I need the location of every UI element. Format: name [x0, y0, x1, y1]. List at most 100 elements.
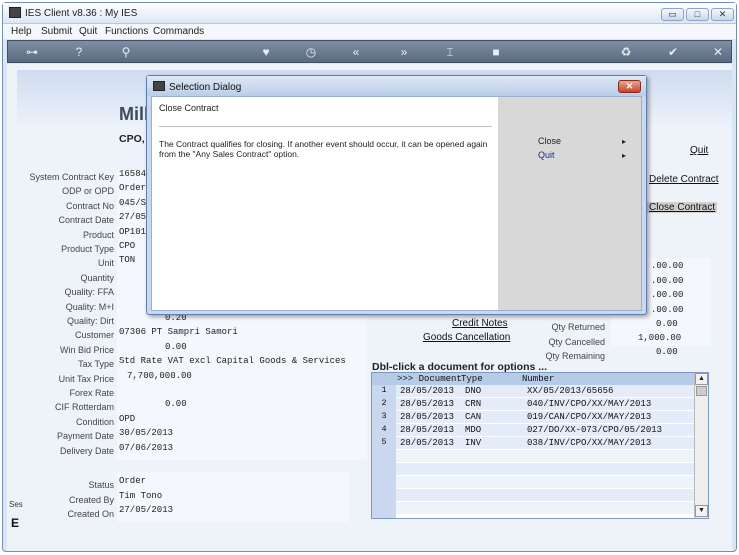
scroll-up-icon[interactable]: ▲ [695, 373, 708, 385]
cell-number: XX/05/2013/65656 [527, 386, 614, 396]
scrollbar[interactable]: ▲ ▼ [694, 373, 708, 518]
cursor-icon[interactable]: ⌶ [440, 44, 460, 60]
field-value[interactable]: 07306 PT Sampri Samori [119, 327, 238, 337]
delete-contract-link[interactable]: Delete Contract [649, 174, 718, 185]
field-label: Payment Date [56, 431, 114, 441]
field-value[interactable]: OPD [119, 414, 135, 424]
dialog-close-button[interactable]: ✕ [618, 80, 641, 93]
footer-field-value[interactable]: 27/05/2013 [119, 505, 173, 515]
cell-type: CAN [465, 412, 482, 422]
minimize-button[interactable]: ▭ [661, 8, 684, 21]
row-gutter [372, 450, 396, 518]
menu-quit[interactable]: Quit [79, 26, 97, 37]
row-number: 1 [372, 385, 396, 398]
dialog-separator [159, 126, 492, 127]
cell-date: 28/05/2013 [400, 386, 455, 396]
dialog-options-panel: Close ▸ Quit ▸ [498, 97, 641, 310]
fast-forward-icon[interactable]: » [394, 44, 414, 60]
qty-returned-label: Qty Returned [551, 322, 605, 332]
footer-field-value[interactable]: Tim Tono [119, 491, 162, 501]
window-title: IES Client v8.36 : My IES [25, 8, 138, 19]
close-window-button[interactable]: ✕ [711, 8, 734, 21]
footer-field-value[interactable]: Order [119, 476, 146, 486]
cell-type: CRN [465, 399, 482, 409]
field-label: Tax Type [78, 359, 114, 369]
footer-field-label: Status [88, 480, 114, 490]
side-text: Ses [9, 500, 23, 509]
field-value[interactable]: CPO [119, 241, 135, 251]
row-number: 4 [372, 424, 396, 437]
dialog-message-panel: Close Contract The Contract qualifies fo… [152, 97, 498, 310]
table-row[interactable]: 28/05/2013 CRN 040/INV/CPO/XX/MAY/2013 [396, 398, 694, 411]
cell-number: 038/INV/CPO/XX/MAY/2013 [527, 438, 652, 448]
field-value[interactable]: 30/05/2013 [119, 428, 173, 438]
qty-value-4: .00.00 [651, 305, 684, 315]
recycle-icon[interactable]: ♻ [616, 44, 636, 60]
table-row[interactable]: 28/05/2013 DNO XX/05/2013/65656 [396, 385, 694, 398]
field-label: Product Type [61, 244, 114, 254]
table-row[interactable]: 28/05/2013 CAN 019/CAN/CPO/XX/MAY/2013 [396, 411, 694, 424]
menu-functions[interactable]: Functions [105, 26, 148, 37]
cell-type: INV [465, 438, 482, 448]
field-label: Unit [97, 258, 114, 268]
cell-number: 040/INV/CPO/XX/MAY/2013 [527, 399, 652, 409]
option-quit[interactable]: Quit [538, 150, 555, 160]
field-label: Product [82, 230, 114, 240]
menu-help[interactable]: Help [11, 26, 32, 37]
cell-number: 019/CAN/CPO/XX/MAY/2013 [527, 412, 652, 422]
quit-link[interactable]: Quit [690, 145, 708, 156]
scroll-down-icon[interactable]: ▼ [695, 505, 708, 517]
field-label: Contract No [65, 201, 114, 211]
title-bar: IES Client v8.36 : My IES ▭ □ ✕ [3, 3, 736, 24]
toolbar: ⊶ ? ⚲ ♥ ◷ « » ⌶ ■ ♻ ✔ ✕ [7, 40, 732, 63]
field-value[interactable]: 7,700,000.00 [127, 371, 192, 381]
field-label: Win Bid Price [59, 345, 114, 355]
field-value[interactable]: 0.00 [165, 342, 187, 352]
qty-cancelled-value: 1,000.00 [638, 333, 682, 343]
clock-icon[interactable]: ◷ [301, 44, 321, 60]
close-contract-link[interactable]: Close Contract [647, 202, 718, 213]
maximize-button[interactable]: □ [686, 8, 709, 21]
row-number: 2 [372, 398, 396, 411]
menu-commands[interactable]: Commands [153, 26, 204, 37]
check-icon[interactable]: ✔ [663, 44, 683, 60]
option-close[interactable]: Close [538, 136, 561, 146]
close-icon[interactable]: ✕ [708, 44, 728, 60]
key-icon[interactable]: ⊶ [22, 44, 42, 60]
help-icon[interactable]: ? [69, 44, 89, 60]
field-label: Delivery Date [59, 446, 114, 456]
selection-dialog: Selection Dialog ✕ Close Contract The Co… [146, 75, 647, 315]
cell-number: 027/DO/XX-073/CPO/05/2013 [527, 425, 663, 435]
field-value[interactable]: TON [119, 255, 135, 265]
col-number: Number [522, 374, 555, 384]
empty-row [396, 476, 694, 489]
qty-value-2: .00.00 [651, 276, 684, 286]
search-icon[interactable]: ⚲ [116, 44, 136, 60]
square-icon[interactable]: ■ [486, 44, 506, 60]
field-label: Forex Rate [69, 388, 114, 398]
empty-row [396, 450, 694, 463]
table-row[interactable]: 28/05/2013 MDO 027/DO/XX-073/CPO/05/2013 [396, 424, 694, 437]
menu-submit[interactable]: Submit [41, 26, 72, 37]
empty-row [396, 463, 694, 476]
dialog-title: Selection Dialog [169, 82, 242, 93]
col-document: >>> Document [397, 374, 462, 384]
documents-header: >>> Document Type Number [372, 373, 694, 385]
field-value[interactable]: OP101 [119, 227, 146, 237]
dialog-title-bar: Selection Dialog ✕ [147, 76, 646, 96]
heart-icon[interactable]: ♥ [256, 44, 276, 60]
chevron-right-icon: ▸ [622, 151, 627, 160]
field-value[interactable]: 07/06/2013 [119, 443, 173, 453]
field-label: CIF Rotterdam [54, 402, 114, 412]
banner-title: Mill [119, 104, 149, 124]
cell-date: 28/05/2013 [400, 425, 455, 435]
qty-value-3: .00.00 [651, 290, 684, 300]
dialog-icon [153, 81, 165, 91]
field-value[interactable]: Std Rate VAT excl Capital Goods & Servic… [119, 356, 346, 366]
dialog-heading: Close Contract [159, 103, 219, 113]
field-value[interactable]: 0.00 [165, 399, 187, 409]
table-row[interactable]: 28/05/2013 INV 038/INV/CPO/XX/MAY/2013 [396, 437, 694, 450]
qty-returned-value: 0.00 [656, 319, 678, 329]
rewind-icon[interactable]: « [346, 44, 366, 60]
scroll-thumb[interactable] [696, 386, 707, 396]
